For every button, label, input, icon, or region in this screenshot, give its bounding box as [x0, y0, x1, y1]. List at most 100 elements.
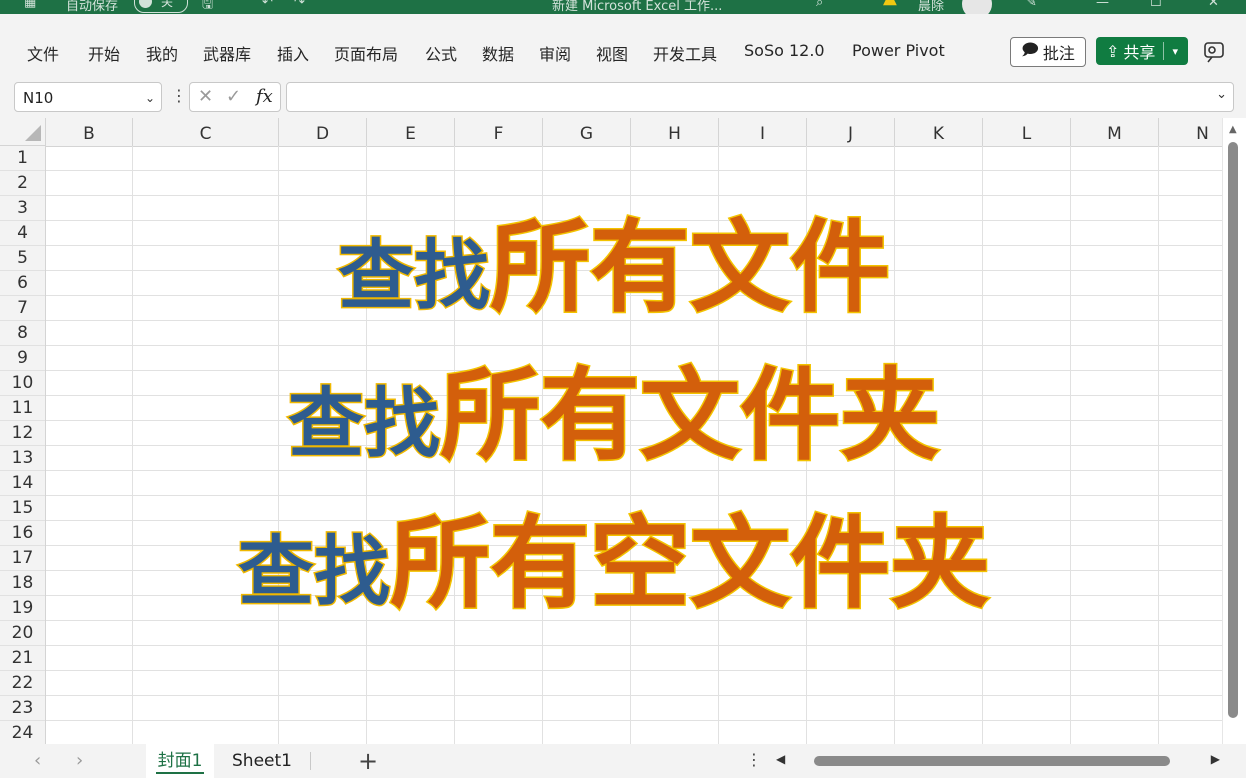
- expand-formula-icon[interactable]: ⌄: [1216, 87, 1227, 102]
- column-header[interactable]: N: [1159, 118, 1222, 146]
- row-header[interactable]: 8: [0, 321, 45, 346]
- chevron-right-icon[interactable]: ›: [76, 750, 83, 771]
- search-icon[interactable]: ⌕: [816, 0, 823, 10]
- tab-file[interactable]: 文件: [27, 41, 59, 65]
- vertical-scroll-thumb[interactable]: [1228, 142, 1238, 718]
- row-header[interactable]: 9: [0, 346, 45, 371]
- column-header[interactable]: E: [367, 118, 455, 146]
- minimize-icon[interactable]: —: [1096, 0, 1109, 10]
- scroll-right-icon[interactable]: ▶: [1211, 752, 1220, 766]
- row-header[interactable]: 16: [0, 521, 45, 546]
- headline-1-orange: 所有文件: [489, 209, 892, 326]
- row-header[interactable]: 17: [0, 546, 45, 571]
- row-header[interactable]: 2: [0, 171, 45, 196]
- chevron-down-icon[interactable]: ⌄: [145, 83, 155, 113]
- column-header[interactable]: F: [455, 118, 543, 146]
- ribbon-tabs: 文件 开始 我的 武器库 插入 页面布局 公式 数据 审阅 视图 开发工具 So…: [0, 14, 1246, 80]
- tab-home[interactable]: 开始: [88, 41, 120, 65]
- column-header[interactable]: K: [895, 118, 983, 146]
- toggle-knob: [139, 0, 152, 8]
- chevron-left-icon[interactable]: ‹: [34, 750, 41, 771]
- headline-2-orange: 所有文件夹: [439, 357, 942, 474]
- save-icon[interactable]: 🖫: [202, 0, 213, 14]
- row-header[interactable]: 5: [0, 246, 45, 271]
- headline-1[interactable]: 查找所有文件: [337, 216, 892, 319]
- cancel-icon[interactable]: ✕: [198, 86, 213, 107]
- warning-icon[interactable]: ▲: [883, 0, 897, 8]
- row-header[interactable]: 22: [0, 671, 45, 696]
- row-header[interactable]: 6: [0, 271, 45, 296]
- horizontal-scroll-thumb[interactable]: [814, 756, 1170, 766]
- scroll-up-icon[interactable]: ▲: [1229, 124, 1237, 135]
- redo-icon[interactable]: ↷: [294, 0, 305, 10]
- vertical-scrollbar[interactable]: ▲: [1222, 118, 1246, 744]
- comments-button[interactable]: 🗩 批注: [1010, 37, 1086, 67]
- select-all-button[interactable]: [0, 118, 46, 146]
- row-header[interactable]: 18: [0, 571, 45, 596]
- tab-developer[interactable]: 开发工具: [653, 41, 717, 65]
- row-header[interactable]: 24: [0, 721, 45, 744]
- tab-formulas[interactable]: 公式: [425, 41, 457, 65]
- headline-3[interactable]: 查找所有空文件夹: [237, 512, 992, 615]
- column-header[interactable]: M: [1071, 118, 1159, 146]
- enter-icon[interactable]: ✓: [226, 86, 241, 107]
- column-header[interactable]: C: [133, 118, 279, 146]
- column-header[interactable]: H: [631, 118, 719, 146]
- row-header[interactable]: 14: [0, 471, 45, 496]
- row-header[interactable]: 23: [0, 696, 45, 721]
- more-options-icon[interactable]: ⋮: [746, 750, 762, 769]
- avatar[interactable]: [962, 0, 992, 14]
- excel-logo-icon: ▦: [24, 0, 37, 10]
- maximize-icon[interactable]: ☐: [1150, 0, 1162, 10]
- tab-review[interactable]: 审阅: [539, 41, 571, 65]
- row-header[interactable]: 19: [0, 596, 45, 621]
- horizontal-scrollbar[interactable]: ◀ ▶: [770, 750, 1222, 772]
- sheet-tab-sheet1[interactable]: Sheet1: [222, 744, 302, 778]
- row-header[interactable]: 13: [0, 446, 45, 471]
- column-header[interactable]: B: [46, 118, 133, 146]
- more-options-icon[interactable]: ⋮: [171, 86, 187, 105]
- scroll-left-icon[interactable]: ◀: [776, 752, 785, 766]
- chevron-down-icon[interactable]: ▾: [1172, 45, 1178, 58]
- row-header[interactable]: 10: [0, 371, 45, 396]
- headline-2[interactable]: 查找所有文件夹: [287, 364, 942, 467]
- tab-mine[interactable]: 我的: [146, 41, 178, 65]
- row-header[interactable]: 11: [0, 396, 45, 421]
- pen-icon[interactable]: ✎: [1026, 0, 1037, 10]
- add-sheet-button[interactable]: +: [358, 747, 378, 775]
- insert-function-icon[interactable]: fx: [256, 86, 273, 107]
- sheet-tab-cover[interactable]: 封面1: [146, 744, 214, 778]
- row-header[interactable]: 3: [0, 196, 45, 221]
- share-button[interactable]: ⇪ 共享 ▾: [1096, 37, 1188, 65]
- undo-icon[interactable]: ↶: [262, 0, 273, 10]
- tab-view[interactable]: 视图: [596, 41, 628, 65]
- row-header[interactable]: 1: [0, 146, 45, 171]
- title-bar: ▦ 自动保存 关 🖫 ↶ ↷ 新建 Microsoft Excel 工作... …: [0, 0, 1246, 14]
- name-box[interactable]: N10 ⌄: [14, 82, 162, 112]
- column-header[interactable]: D: [279, 118, 367, 146]
- formula-input[interactable]: ⌄: [286, 82, 1234, 112]
- comments-label: 批注: [1042, 44, 1075, 63]
- file-name[interactable]: 新建 Microsoft Excel 工作...: [552, 0, 722, 14]
- copilot-icon[interactable]: [1202, 40, 1228, 64]
- row-header[interactable]: 21: [0, 646, 45, 671]
- tab-page-layout[interactable]: 页面布局: [334, 41, 398, 65]
- tab-soso[interactable]: SoSo 12.0: [744, 41, 825, 60]
- row-header[interactable]: 12: [0, 421, 45, 446]
- tab-data[interactable]: 数据: [482, 41, 514, 65]
- tab-insert[interactable]: 插入: [277, 41, 309, 65]
- tab-arsenal[interactable]: 武器库: [203, 41, 251, 65]
- close-icon[interactable]: ✕: [1208, 0, 1219, 10]
- row-header[interactable]: 15: [0, 496, 45, 521]
- tab-power-pivot[interactable]: Power Pivot: [852, 41, 945, 60]
- column-headers: B C D E F G H I J K L M N: [46, 118, 1222, 147]
- column-header[interactable]: I: [719, 118, 807, 146]
- row-header[interactable]: 20: [0, 621, 45, 646]
- worksheet-grid[interactable]: B C D E F G H I J K L M N 1 2 3 4 5 6 7 …: [0, 118, 1222, 744]
- column-header[interactable]: L: [983, 118, 1071, 146]
- row-header[interactable]: 7: [0, 296, 45, 321]
- autosave-toggle[interactable]: 关: [134, 0, 188, 13]
- column-header[interactable]: G: [543, 118, 631, 146]
- row-header[interactable]: 4: [0, 221, 45, 246]
- column-header[interactable]: J: [807, 118, 895, 146]
